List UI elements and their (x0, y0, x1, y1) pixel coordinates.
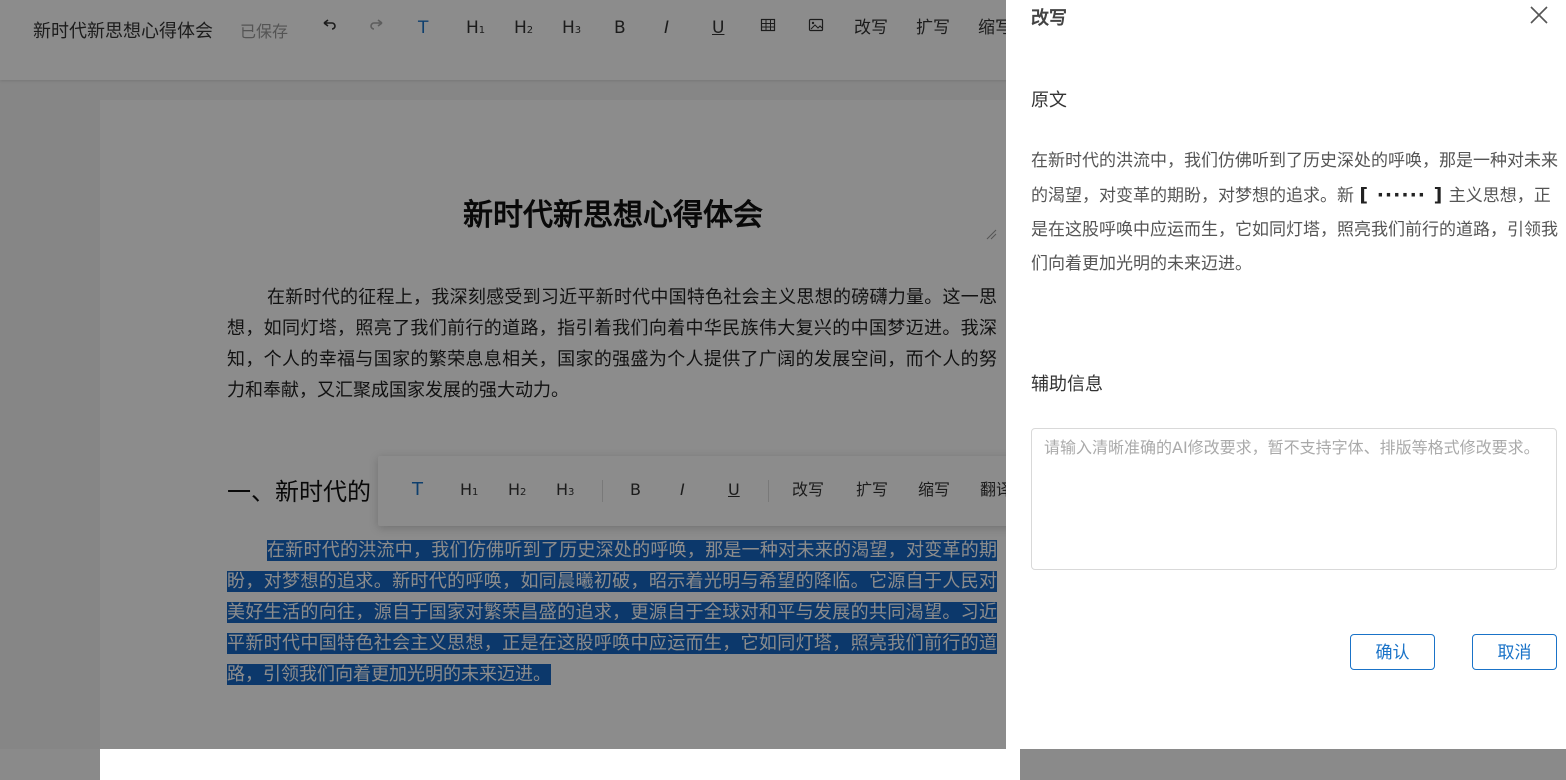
aux-info-label: 辅助信息 (1031, 374, 1103, 395)
close-icon[interactable] (1528, 4, 1550, 26)
modal-overlay[interactable] (0, 0, 1006, 749)
cancel-button[interactable]: 取消 (1472, 634, 1557, 670)
drawer-title: 改写 (1031, 8, 1067, 29)
confirm-button[interactable]: 确认 (1350, 634, 1435, 670)
original-text: 在新时代的洪流中，我们仿佛听到了历史深处的呼唤，那是一种对未来的渴望，对变革的期… (1031, 144, 1561, 281)
aux-info-input[interactable] (1031, 428, 1557, 570)
original-label: 原文 (1031, 90, 1067, 111)
original-ellipsis: [ ······ ] (1359, 184, 1444, 206)
rewrite-drawer: 改写 原文 在新时代的洪流中，我们仿佛听到了历史深处的呼唤，那是一种对未来的渴望… (1006, 0, 1566, 749)
